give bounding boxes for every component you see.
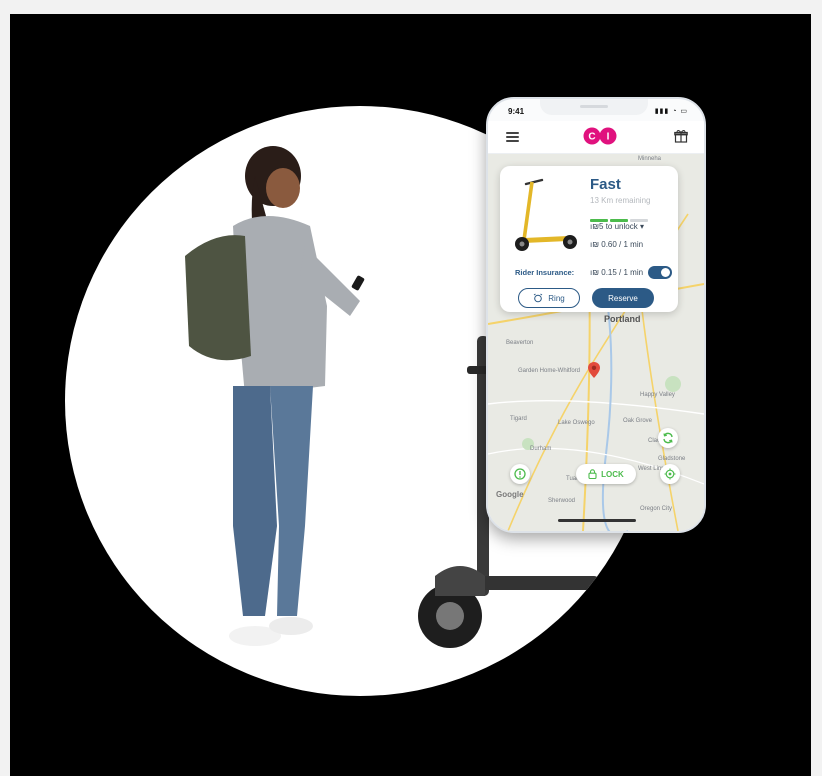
chevron-down-icon: ▾: [639, 222, 644, 231]
phone-mockup: 9:41 ▮▮▮ ◔ ▭ C I Minneha Portland Beaver…: [486, 97, 706, 533]
locate-me-button[interactable]: [660, 464, 680, 484]
reserve-button[interactable]: Reserve: [592, 288, 654, 308]
map-city-label: Portland: [604, 314, 641, 324]
per-minute-price: ı₪ 0.60 / 1 min: [590, 240, 644, 249]
alarm-bell-icon: [533, 293, 543, 303]
map-place-label: Tigard: [510, 416, 527, 422]
gift-icon[interactable]: [674, 129, 688, 143]
map-place-label: Minneha: [638, 156, 662, 162]
vehicle-type-title: Fast: [590, 176, 621, 193]
phone-notch: [540, 99, 648, 115]
map-place-label: Beaverton: [506, 340, 534, 346]
promo-frame: 9:41 ▮▮▮ ◔ ▭ C I Minneha Portland Beaver…: [10, 14, 811, 776]
ring-button[interactable]: Ring: [518, 288, 580, 308]
hamburger-icon[interactable]: [506, 132, 519, 142]
home-indicator[interactable]: [558, 519, 636, 522]
lock-icon: [588, 469, 597, 479]
reserve-button-label: Reserve: [608, 293, 638, 303]
svg-text:I: I: [607, 132, 610, 143]
insurance-toggle[interactable]: [648, 266, 672, 279]
map-place-label: Oak Grove: [623, 418, 653, 424]
map-place-label: Garden Home-Whitford: [518, 368, 581, 374]
lock-button[interactable]: LOCK: [576, 464, 636, 484]
scooter-thumbnail: [515, 178, 577, 251]
unlock-price[interactable]: ı₪5 to unlock ▾: [590, 222, 644, 231]
svg-text:C: C: [588, 132, 595, 143]
signal-wifi-battery-icon: ▮▮▮ ◔ ▭: [654, 108, 688, 115]
range-remaining: 13 Km remaining: [590, 196, 651, 205]
refresh-button[interactable]: [658, 428, 678, 448]
google-logo: Google: [496, 490, 524, 499]
status-time: 9:41: [508, 107, 525, 116]
insurance-price: ı₪ 0.15 / 1 min: [590, 268, 644, 277]
map-view[interactable]: Minneha Portland Beaverton Garden Home-W…: [488, 154, 704, 531]
map-place-label: Happy Valley: [640, 392, 675, 398]
map-place-label: Gladstone: [658, 456, 686, 462]
alert-icon: [514, 468, 526, 480]
map-place-label: Sherwood: [548, 498, 576, 504]
rider-insurance-label: Rider Insurance:: [515, 268, 575, 277]
scooter-detail-card: Fast 13 Km remaining ı₪5 to unlock ▾ ı₪ …: [500, 166, 678, 312]
ring-button-label: Ring: [548, 293, 565, 303]
unlock-price-text: ı₪5 to unlock: [590, 222, 638, 231]
map-place-label: Oregon City: [640, 506, 673, 512]
location-pin-icon[interactable]: [588, 362, 600, 378]
woman-illustration: [185, 146, 365, 646]
brand-logo: C I: [583, 127, 617, 145]
lock-button-label: LOCK: [601, 469, 624, 479]
battery-level-bar: [590, 209, 652, 222]
refresh-icon: [663, 432, 673, 444]
app-navbar: C I: [488, 121, 704, 154]
crosshair-icon: [664, 468, 676, 480]
speaker-grille: [580, 105, 608, 108]
map-place-label: Lake Oswego: [558, 420, 595, 426]
report-issue-button[interactable]: [510, 464, 530, 484]
map-place-label: Durham: [530, 446, 552, 452]
